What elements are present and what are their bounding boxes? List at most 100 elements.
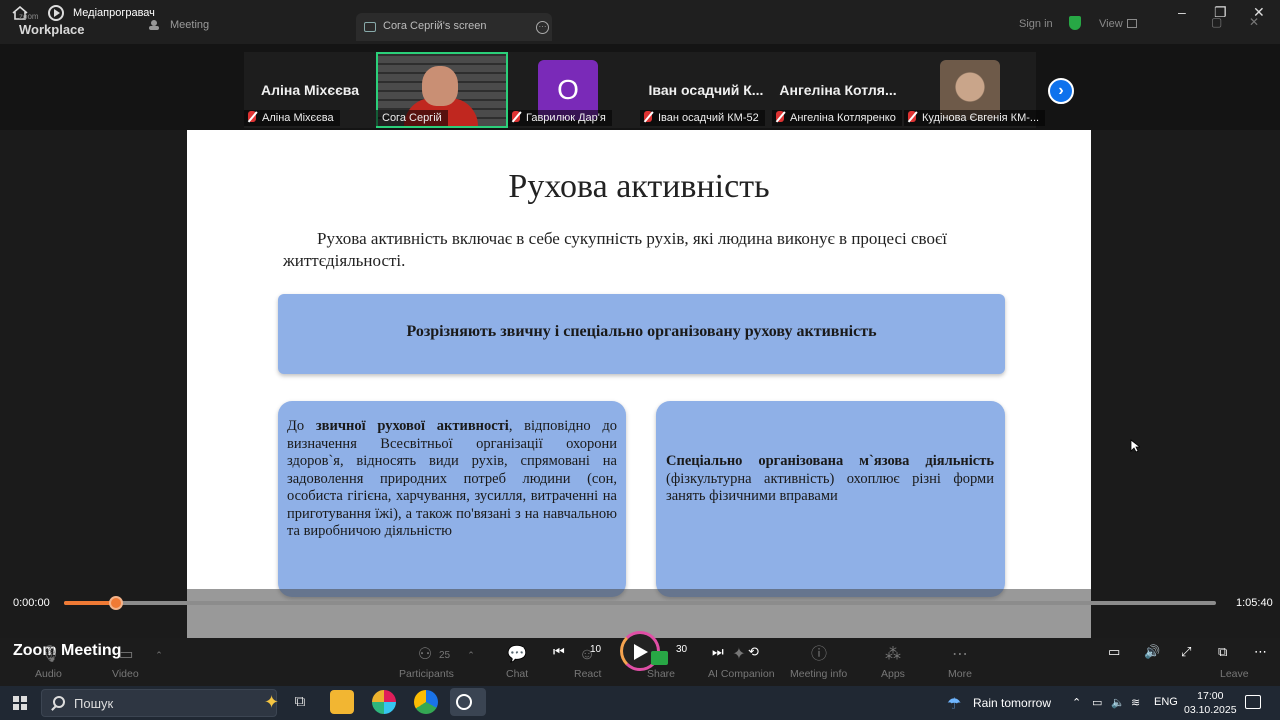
video-person-head — [422, 66, 458, 106]
seek-thumb[interactable] — [108, 596, 123, 610]
slide-banner: Розрізняють звичну і спеціально організо… — [278, 294, 1005, 374]
screen-share-tab[interactable]: Сога Сергій's screen ··· — [356, 13, 552, 41]
brand-small: zoom — [19, 12, 39, 21]
more-button[interactable]: More — [948, 668, 972, 680]
participant-label: Гаврилюк Дар'я — [508, 110, 612, 126]
mic-muted-icon — [776, 111, 784, 122]
meeting-tab[interactable]: Meeting — [170, 19, 209, 31]
share-screen-icon[interactable] — [651, 651, 668, 665]
subtitles-icon[interactable]: ▭ — [1108, 644, 1120, 660]
shield-icon[interactable] — [1069, 16, 1081, 30]
view-button[interactable]: View — [1099, 18, 1123, 30]
participant-tile[interactable]: O Гаврилюк Дар'я — [508, 52, 640, 128]
task-view-icon[interactable]: ⧉ — [288, 690, 312, 714]
ai-companion-icon[interactable]: ✦ — [730, 646, 748, 664]
clock[interactable]: 17:00 03.10.2025 — [1184, 689, 1237, 717]
slack-icon[interactable] — [372, 690, 396, 714]
info-icon[interactable]: ⓘ — [810, 646, 828, 664]
participant-big-name: Аліна Міхєєва — [260, 82, 360, 98]
mouse-cursor-icon — [1130, 439, 1140, 453]
more-icon[interactable]: ⋯ — [951, 646, 969, 664]
participant-label: Ангеліна Котляренко — [772, 110, 902, 126]
mic-muted-icon — [908, 111, 916, 122]
video-icon[interactable]: ▭ — [117, 646, 135, 664]
previous-icon[interactable]: ⏮ — [553, 644, 565, 660]
play-icon — [634, 644, 648, 660]
shared-slide: Рухова активність Рухова активність вклю… — [187, 130, 1091, 638]
search-placeholder: Пошук — [74, 696, 114, 711]
next-page-button[interactable]: › — [1048, 78, 1074, 104]
mini-player-icon[interactable]: ⧉ — [1218, 644, 1227, 660]
leave-button[interactable]: Leave — [1220, 668, 1249, 680]
skip-back-button[interactable]: 10 — [590, 644, 601, 655]
participants-button[interactable]: Participants — [399, 668, 454, 680]
windows-start-icon[interactable] — [13, 696, 27, 710]
clock-date: 03.10.2025 — [1184, 704, 1237, 716]
weather-text[interactable]: Rain tomorrow — [973, 696, 1051, 710]
apps-icon[interactable]: ⁂ — [884, 646, 902, 664]
title-bar: zoom Workplace Медіапрогравач Meeting Со… — [0, 0, 1280, 44]
taskbar-search[interactable]: Пошук ✦ — [41, 689, 280, 717]
clock-time: 17:00 — [1197, 690, 1224, 702]
language-indicator[interactable]: ENG — [1154, 696, 1178, 708]
zoom-close-icon: ✕ — [1249, 15, 1260, 29]
volume-tray-icon[interactable]: 🔈 — [1111, 696, 1125, 709]
meeting-info-button[interactable]: Meeting info — [790, 668, 847, 680]
player-title: Медіапрогравач — [73, 7, 155, 19]
screen-icon — [364, 22, 376, 32]
zoom-restore-icon: ▢ — [1211, 15, 1223, 29]
share-button[interactable]: Share — [647, 668, 675, 680]
skip-forward-button[interactable]: 30 — [676, 644, 687, 655]
participant-tile[interactable]: Іван осадчий К... Іван осадчий КМ-52 — [640, 52, 772, 128]
repeat-icon[interactable]: ⟲ — [748, 644, 759, 660]
apps-button[interactable]: Apps — [881, 668, 905, 680]
sign-in-link[interactable]: Sign in — [1019, 18, 1053, 30]
screen-tab-label: Сога Сергій's screen — [383, 20, 487, 32]
left-card: До звичної рухової активності, відповідн… — [278, 401, 626, 597]
mic-icon[interactable]: 🎙 — [40, 646, 60, 664]
time-total: 1:05:40 — [1236, 597, 1273, 609]
right-card: Спеціально організована м`язова діяльніс… — [656, 401, 1005, 597]
tray-chevron-icon[interactable]: ⌃ — [1072, 696, 1081, 709]
weather-icon: ☂ — [947, 696, 962, 713]
minimize-button[interactable]: – — [1178, 4, 1186, 20]
video-button[interactable]: Video — [112, 668, 139, 680]
time-current: 0:00:00 — [13, 597, 50, 609]
fullscreen-icon[interactable]: ⤢ — [1181, 644, 1191, 660]
browser-icon[interactable] — [414, 690, 438, 714]
slide-title: Рухова активність — [508, 168, 770, 205]
taskbar: Пошук ✦ ⧉ ☂ Rain tomorrow ⌃ ▭ 🔈 ≋ ENG 17… — [0, 686, 1280, 720]
ai-companion-button[interactable]: AI Companion — [708, 668, 775, 680]
participants-icon[interactable]: ⚇ — [416, 646, 434, 664]
participant-label: Аліна Міхєєва — [244, 110, 340, 126]
left-card-text: До звичної рухової активності, відповідн… — [287, 418, 617, 539]
mic-muted-icon — [248, 111, 256, 122]
participant-tile[interactable]: Кудінова Євгенія КМ-... — [904, 52, 1046, 128]
chevron-up-icon[interactable]: ⌃ — [150, 646, 168, 664]
battery-icon[interactable]: ▭ — [1092, 696, 1102, 709]
participant-tile[interactable]: Аліна Міхєєва Аліна Міхєєва — [244, 52, 376, 128]
participant-strip: Аліна Міхєєва Аліна Міхєєва Сога Сергій … — [0, 44, 1280, 130]
volume-icon[interactable]: 🔊 — [1144, 644, 1160, 660]
audio-button[interactable]: Audio — [35, 668, 62, 680]
right-card-text: Спеціально організована м`язова діяльніс… — [666, 453, 994, 504]
notifications-icon[interactable] — [1245, 695, 1261, 709]
player-more-icon[interactable]: ⋯ — [1254, 644, 1267, 660]
file-explorer-icon[interactable] — [330, 690, 354, 714]
chat-button[interactable]: Chat — [506, 668, 528, 680]
shuffle-icon[interactable]: ⤨ — [514, 644, 524, 660]
more-options-icon[interactable]: ··· — [536, 21, 549, 34]
participant-tile[interactable]: Ангеліна Котля... Ангеліна Котляренко — [772, 52, 904, 128]
react-button[interactable]: React — [574, 668, 601, 680]
participant-label: Іван осадчий КМ-52 — [640, 110, 765, 126]
sparkle-icon: ✦ — [264, 692, 280, 712]
participant-big-name: Іван осадчий К... — [648, 82, 764, 98]
participant-tile-active[interactable]: Сога Сергій — [376, 52, 508, 128]
wifi-icon[interactable]: ≋ — [1131, 696, 1140, 709]
participant-big-name: Ангеліна Котля... — [779, 82, 897, 98]
chevron-up-icon[interactable]: ⌃ — [462, 646, 480, 664]
participant-label: Кудінова Євгенія КМ-... — [904, 110, 1046, 126]
seek-bar[interactable] — [64, 601, 1216, 605]
meeting-title: Zoom Meeting — [13, 642, 122, 659]
next-track-icon[interactable]: ⏭ — [712, 644, 724, 660]
